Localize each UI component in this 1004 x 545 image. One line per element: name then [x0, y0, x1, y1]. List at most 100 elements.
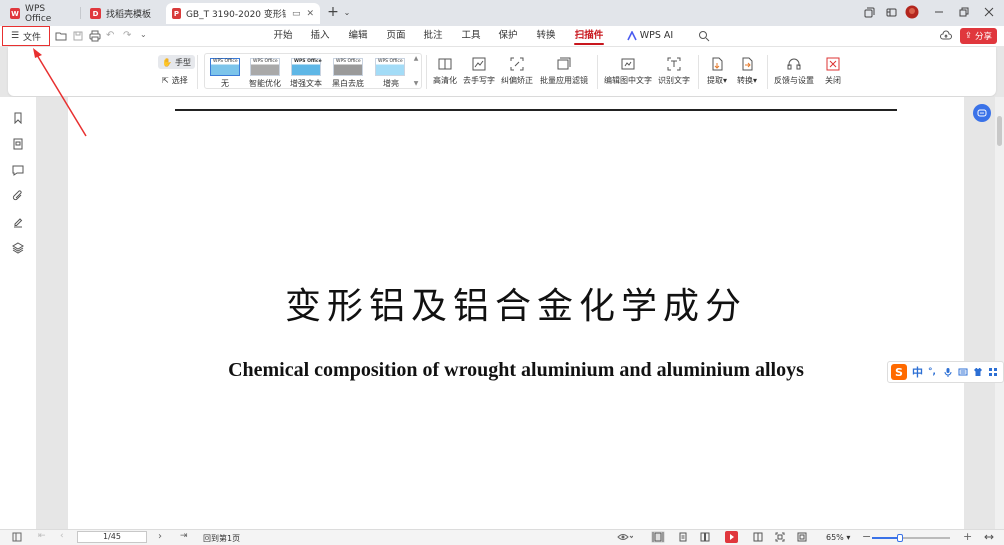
filter-bw-thumbnail[interactable]: WPS Office [333, 58, 363, 76]
maximize-icon[interactable] [957, 5, 971, 19]
play-slideshow-icon[interactable] [725, 531, 738, 543]
menu-page[interactable]: 页面 [383, 26, 409, 46]
gallery-down-icon[interactable]: ▼ [414, 80, 419, 87]
gallery-scroll[interactable]: ▲ ▼ [412, 55, 420, 87]
tab-document[interactable]: P GB_T 3190-2020 变形铝及铝 ▭ ✕ [166, 3, 320, 24]
punctuation-icon[interactable]: °, [928, 367, 938, 377]
signature-icon[interactable] [12, 216, 24, 228]
extract-button[interactable]: 提取▾ [704, 47, 730, 96]
tab-list-chevron-icon[interactable]: ⌄ [340, 5, 354, 19]
remove-handwriting-button[interactable]: 去手写字 [462, 47, 496, 96]
eye-icon[interactable] [617, 532, 633, 542]
filter-brighten-thumbnail[interactable]: WPS Office [375, 58, 405, 76]
menu-start[interactable]: 开始 [270, 26, 296, 46]
filter-none-thumbnail[interactable]: WPS Office [210, 58, 240, 76]
prev-page-icon[interactable]: ‹ [60, 531, 70, 541]
menu-scan[interactable]: 扫描件 [572, 26, 606, 46]
scrollbar-thumb[interactable] [997, 116, 1002, 146]
skin-shirt-icon[interactable] [973, 367, 983, 377]
fullscreen-icon[interactable] [797, 532, 807, 542]
avatar[interactable] [905, 5, 919, 19]
continuous-view-icon[interactable] [678, 532, 688, 542]
share-button[interactable]: ⇪ 分享 [960, 28, 997, 44]
redo-icon[interactable]: ↷ [123, 30, 135, 42]
reading-mode-icon[interactable] [753, 532, 763, 542]
save-icon[interactable] [72, 30, 84, 42]
filter-brighten-label[interactable]: 增亮 [383, 78, 399, 89]
thumbnail-icon[interactable] [12, 138, 24, 150]
menu-wps-ai[interactable]: WPS AI [620, 26, 680, 46]
menu-edit[interactable]: 编辑 [345, 26, 371, 46]
fit-width-icon[interactable] [984, 532, 994, 542]
undo-icon[interactable]: ↶ [106, 30, 118, 42]
last-page-icon[interactable]: ⇥ [180, 531, 190, 541]
document-page[interactable]: 变形铝及铝合金化学成分 Chemical composition of wrou… [68, 97, 964, 529]
document-title-chinese: 变形铝及铝合金化学成分 [284, 286, 747, 327]
restore-layout-icon[interactable] [862, 5, 876, 19]
batch-filter-button[interactable]: 批量应用滤镜 [538, 47, 590, 96]
close-scan-button[interactable]: 关闭 [820, 47, 846, 96]
zoom-level-dropdown[interactable]: 65% ▾ [826, 533, 850, 542]
menu-tools[interactable]: 工具 [458, 26, 484, 46]
bookmark-icon[interactable] [12, 112, 24, 124]
zoom-in-icon[interactable]: + [963, 530, 973, 543]
quick-access-chevron-icon[interactable]: ⌄ [140, 30, 152, 42]
select-tool-button[interactable]: ⇱ 选择 [158, 73, 192, 87]
convert-button[interactable]: 转换▾ [734, 47, 760, 96]
zoom-slider-handle[interactable] [897, 534, 903, 542]
menu-protect[interactable]: 保护 [495, 26, 521, 46]
two-page-view-icon[interactable] [700, 532, 710, 542]
first-page-icon[interactable]: ⇤ [38, 531, 48, 541]
filter-smart-label[interactable]: 智能优化 [249, 78, 281, 89]
single-page-view-icon[interactable] [651, 531, 665, 543]
close-scan-label: 关闭 [825, 76, 841, 85]
new-tab-icon[interactable]: + [326, 4, 340, 20]
filter-none-label[interactable]: 无 [221, 78, 229, 89]
ime-language-toggle[interactable]: 中 [912, 364, 923, 380]
filter-bw-label[interactable]: 黑白去底 [332, 78, 364, 89]
filter-smart-thumbnail[interactable]: WPS Office [250, 58, 280, 76]
tab-docer[interactable]: D 找稻壳模板 [84, 3, 164, 24]
minimize-icon[interactable] [932, 5, 946, 19]
screen-icon[interactable]: ▭ [292, 9, 301, 19]
vertical-scrollbar[interactable] [995, 97, 1004, 529]
hd-label: 高清化 [433, 76, 457, 85]
print-icon[interactable] [89, 30, 101, 42]
filter-enhance-thumbnail[interactable]: WPS Office [291, 58, 322, 76]
skin-icon[interactable] [884, 5, 898, 19]
toolbox-grid-icon[interactable] [988, 367, 998, 377]
keyboard-icon[interactable] [958, 367, 968, 377]
ai-assistant-icon[interactable] [973, 104, 991, 122]
attachment-icon[interactable] [12, 190, 24, 202]
deskew-button[interactable]: 纠偏矫正 [499, 47, 535, 96]
ribbon-divider [197, 55, 198, 89]
hd-button[interactable]: 高清化 [430, 47, 460, 96]
close-tab-icon[interactable]: ✕ [306, 9, 314, 19]
cloud-sync-icon[interactable] [940, 30, 952, 42]
zoom-out-icon[interactable]: − [862, 530, 871, 543]
gallery-up-icon[interactable]: ▲ [414, 55, 419, 62]
layers-icon[interactable] [12, 242, 24, 254]
sogou-logo-icon[interactable]: S [891, 364, 907, 380]
menu-convert[interactable]: 转换 [533, 26, 559, 46]
left-sidebar [0, 97, 36, 529]
comment-icon[interactable] [12, 164, 24, 176]
edit-image-text-button[interactable]: 编辑图中文字 [601, 47, 655, 96]
back-to-first-page-link[interactable]: 回到第1页 [203, 533, 240, 544]
page-number-input[interactable]: 1/45 [77, 531, 147, 543]
close-window-icon[interactable] [982, 5, 996, 19]
filter-enhance-label[interactable]: 增强文本 [290, 78, 322, 89]
ocr-button[interactable]: 识别文字 [656, 47, 692, 96]
menu-annotate[interactable]: 批注 [420, 26, 446, 46]
sidebar-toggle-icon[interactable] [12, 532, 22, 542]
next-page-icon[interactable]: › [158, 531, 168, 542]
tab-wps-office[interactable]: W WPS Office [4, 3, 76, 24]
zoom-slider[interactable] [872, 534, 950, 542]
menu-insert[interactable]: 插入 [307, 26, 333, 46]
open-folder-icon[interactable] [55, 30, 67, 42]
feedback-settings-button[interactable]: 反馈与设置 [772, 47, 816, 96]
search-icon[interactable] [698, 30, 710, 42]
fit-page-icon[interactable] [775, 532, 785, 542]
microphone-icon[interactable] [943, 367, 953, 377]
hand-tool-button[interactable]: ✋ 手型 [158, 55, 195, 69]
